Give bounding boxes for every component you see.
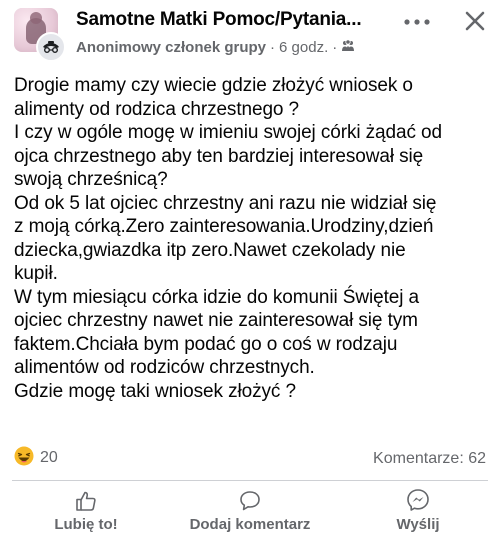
messenger-icon (406, 486, 430, 512)
post-actions: Lubię to! Dodaj komentarz Wyślij (0, 484, 500, 538)
comments-count[interactable]: Komentarze: 62 (373, 450, 486, 468)
reaction-count: 20 (40, 449, 58, 466)
group-name-link[interactable]: Samotne Matki Pomoc/Pytania... (76, 9, 362, 31)
send-button[interactable]: Wyślij (380, 484, 456, 538)
meta-separator: · (270, 38, 276, 56)
like-label: Lubię to! (54, 516, 118, 533)
haha-emoji-icon (14, 446, 34, 471)
post-meta: Anonimowy członek grupy · 6 godz. · (76, 38, 355, 56)
close-icon[interactable] (460, 6, 490, 36)
divider (12, 480, 488, 481)
post-body: Drogie mamy czy wiecie gdzie złożyć wnio… (14, 75, 442, 402)
comment-button[interactable]: Dodaj komentarz (176, 484, 324, 538)
group-privacy-icon (341, 38, 355, 56)
post-time[interactable]: 6 godz. (279, 39, 328, 56)
reactions-summary[interactable]: 20 (14, 446, 58, 470)
more-options-icon[interactable] (400, 10, 434, 34)
anonymous-icon (36, 32, 66, 62)
comment-label: Dodaj komentarz (189, 516, 311, 533)
thumbs-up-icon (75, 486, 97, 512)
send-label: Wyślij (396, 516, 440, 533)
speech-bubble-icon (239, 486, 261, 512)
meta-separator-2: · (332, 38, 338, 56)
post-header: Samotne Matki Pomoc/Pytania... Anonimowy… (0, 0, 500, 66)
like-button[interactable]: Lubię to! (38, 484, 134, 538)
author-name[interactable]: Anonimowy członek grupy (76, 39, 266, 56)
avatar[interactable] (14, 8, 66, 62)
